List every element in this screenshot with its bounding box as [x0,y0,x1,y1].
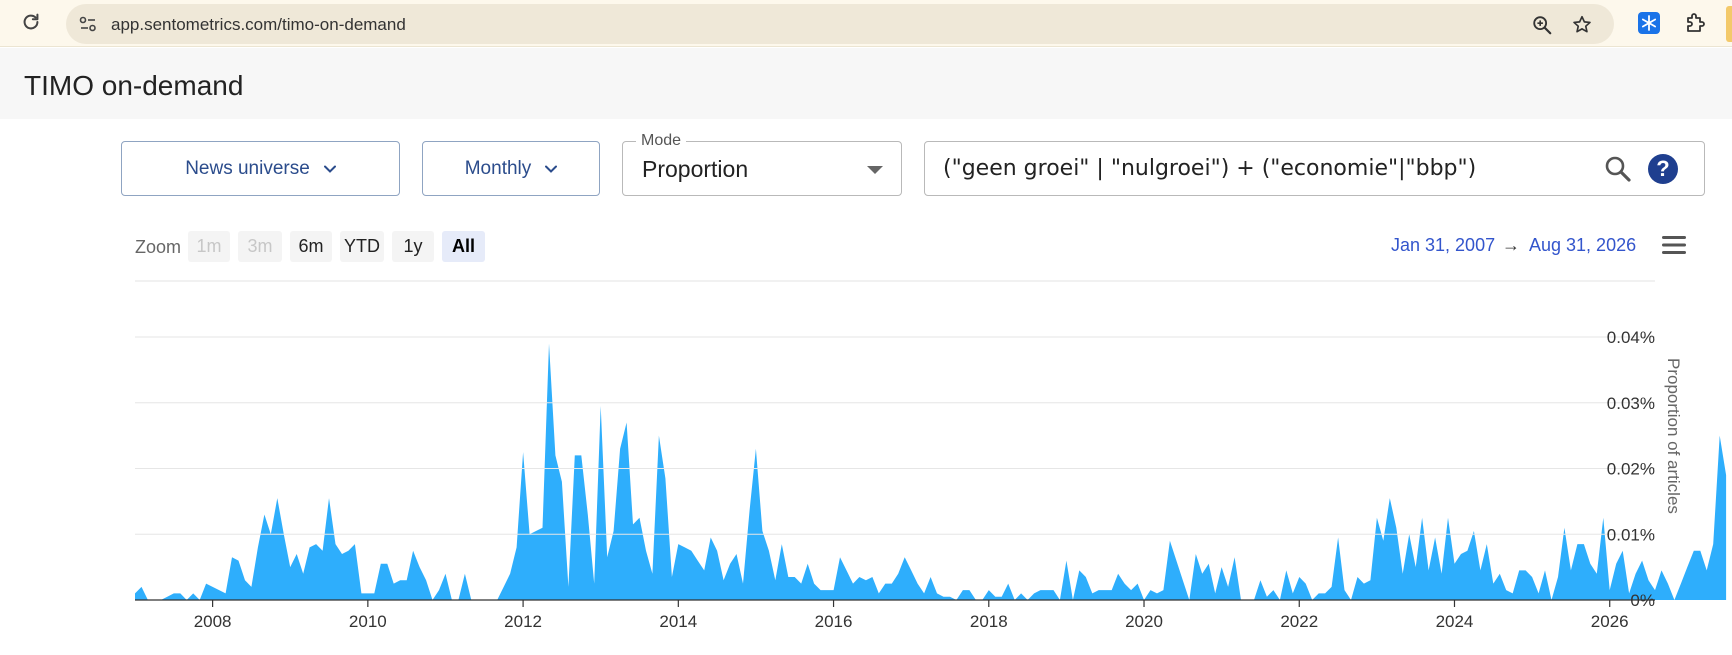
site-info-icon[interactable] [78,14,98,34]
zoom-label: Zoom [135,237,182,257]
page-title: TIMO on-demand [24,70,244,101]
y-axis-title: Proportion of articles [1664,358,1683,514]
x-tick-label: 2022 [1280,612,1318,631]
extension-snowflake-icon[interactable] [1638,12,1660,34]
x-tick-label: 2016 [815,612,853,631]
chevron-down-icon [545,165,558,173]
url-text: app.sentometrics.com/timo-on-demand [111,15,406,34]
zoom-all-button[interactable]: All [442,231,485,262]
search-icon[interactable] [1603,154,1633,184]
magnify-zoom-icon[interactable] [1531,14,1553,36]
frequency-dropdown[interactable]: Monthly [422,141,600,196]
x-tick-label: 2010 [349,612,387,631]
x-tick-label: 2008 [194,612,232,631]
browser-toolbar: app.sentometrics.com/timo-on-demand [0,0,1732,47]
zoom-ytd-button[interactable]: YTD [340,231,384,262]
mode-value: Proportion [642,156,749,182]
query-box: ? [924,141,1705,196]
chevron-down-icon [323,165,336,173]
query-input[interactable] [943,156,1583,181]
help-icon[interactable]: ? [1648,154,1678,184]
x-tick-label: 2026 [1591,612,1629,631]
range-arrow: → [1502,235,1520,255]
y-tick-label: 0.03% [1607,394,1655,413]
extensions-puzzle-icon[interactable] [1683,11,1707,35]
proportion-area-chart: 0%0.01%0.02%0.03%0.04%2008 2010 2012 2014 20… [135,280,1727,631]
help-glyph: ? [1656,156,1670,181]
dropdown-arrow-icon [867,166,883,174]
news-universe-dropdown[interactable]: News universe [121,141,400,196]
mode-select[interactable]: Mode Proportion [622,132,902,196]
frequency-label: Monthly [464,157,532,179]
x-tick-label: 2020 [1125,612,1163,631]
chart-menu-icon[interactable] [1662,235,1686,255]
x-tick-label: 2024 [1436,612,1474,631]
zoom-1m-button[interactable]: 1m [188,231,230,262]
zoom-3m-button[interactable]: 3m [238,231,282,262]
y-tick-label: 0.02% [1607,460,1655,479]
x-tick-label: 2014 [659,612,697,631]
news-universe-label: News universe [185,157,310,179]
range-end-date[interactable]: Aug 31, 2026 [1529,235,1636,256]
bookmark-star-icon[interactable] [1571,14,1593,36]
x-tick-label: 2012 [504,612,542,631]
range-start-date[interactable]: Jan 31, 2007 [1391,235,1495,256]
reload-icon[interactable] [20,11,42,33]
x-tick-label: 2018 [970,612,1008,631]
zoom-1y-button[interactable]: 1y [392,231,434,262]
mode-legend: Mode [636,132,687,150]
profile-edge [1726,6,1732,42]
y-tick-label: 0.01% [1607,525,1655,544]
app-header: TIMO on-demand [0,48,1732,119]
zoom-6m-button[interactable]: 6m [290,231,332,262]
address-bar[interactable]: app.sentometrics.com/timo-on-demand [66,4,1614,44]
y-tick-label: 0.04% [1607,328,1655,347]
series-area [135,343,1727,600]
